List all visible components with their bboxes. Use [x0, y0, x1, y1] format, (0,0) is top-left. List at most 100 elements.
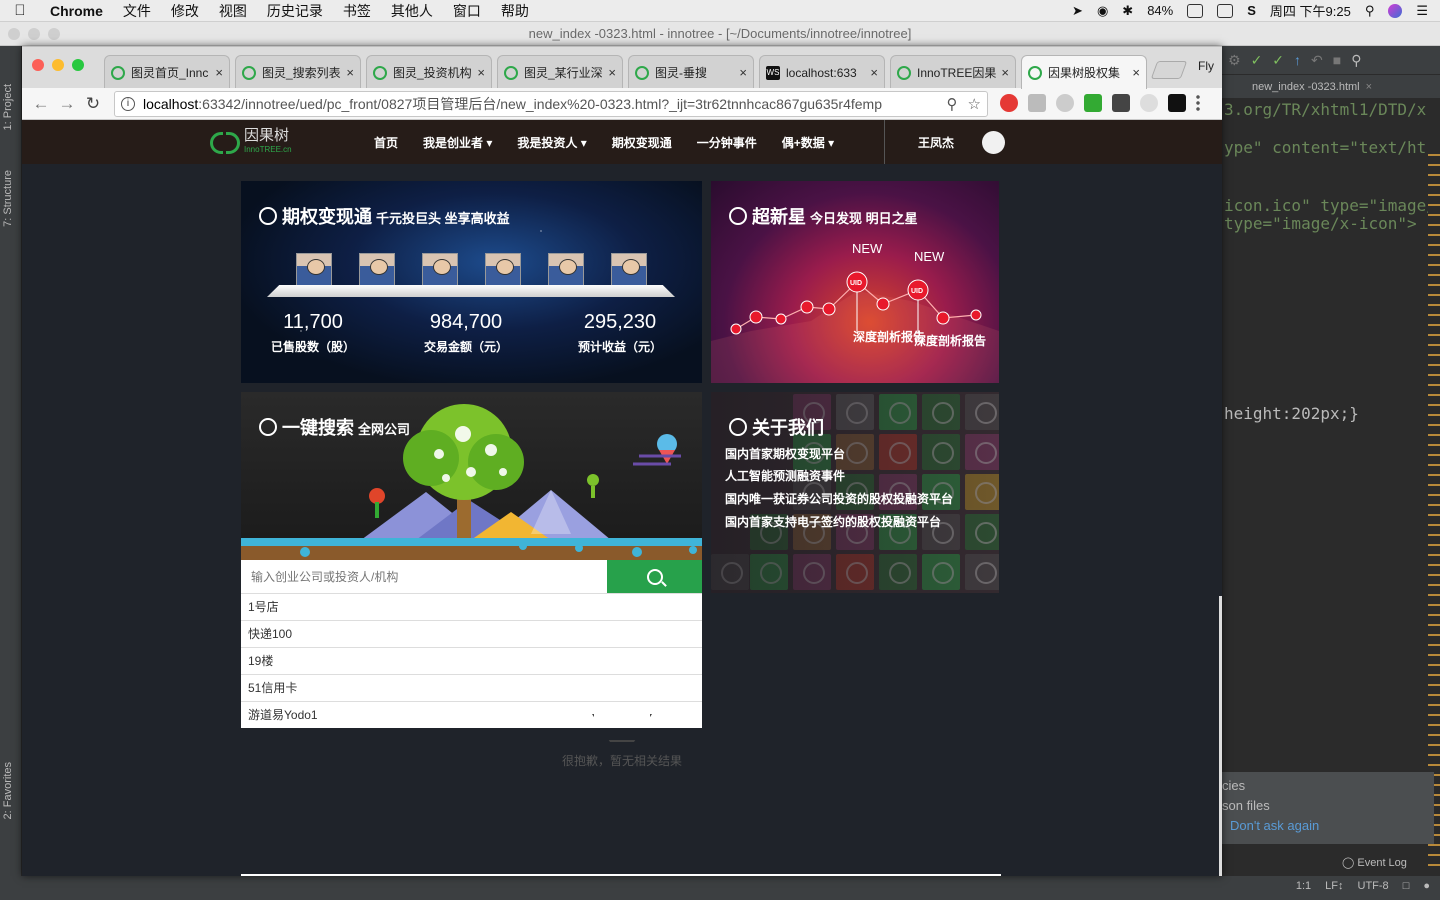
investor-avatar[interactable] — [485, 253, 521, 289]
menu-help[interactable]: 帮助 — [491, 1, 539, 21]
code-line[interactable]: height:202px;} — [1224, 404, 1359, 423]
menu-view[interactable]: 视图 — [209, 1, 257, 21]
commit-icon[interactable]: ✓ — [1272, 52, 1284, 69]
siri-icon[interactable] — [1388, 3, 1403, 18]
extension-icon[interactable] — [1084, 94, 1102, 112]
cursor-position[interactable]: 1:1 — [1296, 880, 1311, 892]
nav-one-minute-event[interactable]: 一分钟事件 — [697, 134, 757, 151]
avatar[interactable] — [982, 131, 1005, 154]
forward-icon[interactable]: → — [54, 94, 80, 114]
nav-founder[interactable]: 我是创业者 ▾ — [423, 134, 492, 151]
info-icon[interactable]: i — [121, 97, 135, 111]
extension-icon[interactable] — [1168, 94, 1186, 112]
menu-history[interactable]: 历史记录 — [257, 1, 333, 21]
notification-center-icon[interactable]: ☰ — [1416, 3, 1428, 19]
suggestion-item[interactable]: 19楼 — [241, 647, 702, 674]
nav-investor[interactable]: 我是投资人 ▾ — [517, 134, 586, 151]
star-icon[interactable]: ☆ — [968, 95, 981, 113]
undo-icon[interactable]: ↶ — [1311, 52, 1323, 69]
ide-zoom-button[interactable] — [48, 28, 60, 40]
bluetooth-icon[interactable]: ✱ — [1122, 3, 1133, 19]
browser-tab[interactable]: 图灵_某行业深 × — [497, 55, 623, 89]
investor-avatar[interactable] — [422, 253, 458, 289]
spotlight-icon[interactable]: ⚲ — [1365, 3, 1375, 19]
lock-icon[interactable]: □ — [1403, 880, 1410, 892]
airplay-icon[interactable] — [1217, 3, 1234, 18]
close-icon[interactable]: × — [608, 65, 616, 80]
menu-edit[interactable]: 修改 — [161, 1, 209, 21]
wifi-icon[interactable]: ◉ — [1097, 3, 1108, 19]
code-line[interactable]: icon.ico" type="image/ — [1224, 196, 1436, 215]
menu-people[interactable]: 其他人 — [381, 1, 443, 21]
ide-close-button[interactable] — [8, 28, 20, 40]
reload-icon[interactable]: ↻ — [80, 94, 106, 114]
nav-data[interactable]: 偶+数据 ▾ — [782, 134, 834, 151]
close-icon[interactable]: × — [870, 65, 878, 80]
line-separator[interactable]: LF↕ — [1325, 880, 1343, 892]
search-button[interactable] — [607, 560, 702, 593]
investor-avatar[interactable] — [296, 253, 332, 289]
suggestion-item[interactable]: 1号店 — [241, 593, 702, 620]
close-button[interactable] — [32, 59, 44, 71]
suggestion-item[interactable]: 51信用卡 — [241, 674, 702, 701]
close-icon[interactable]: × — [346, 65, 354, 80]
menu-icon[interactable] — [1196, 94, 1200, 112]
apple-menu-icon[interactable]:  — [0, 2, 40, 19]
browser-tab-active[interactable]: 因果树股权集 × — [1021, 55, 1147, 89]
zoom-icon[interactable]: ⚲ — [947, 95, 958, 113]
nav-home[interactable]: 首页 — [374, 134, 398, 151]
structure-tool-tab[interactable]: 7: Structure — [2, 170, 14, 227]
hector-icon[interactable]: ● — [1423, 880, 1430, 892]
close-icon[interactable]: × — [1001, 65, 1009, 80]
menu-file[interactable]: 文件 — [113, 1, 161, 21]
ide-minimize-button[interactable] — [28, 28, 40, 40]
browser-tab[interactable]: 图灵_搜索列表 × — [235, 55, 361, 89]
gear-icon[interactable]: ⚙ — [1228, 52, 1241, 69]
menu-bookmarks[interactable]: 书签 — [333, 1, 381, 21]
minimize-button[interactable] — [52, 59, 64, 71]
menu-app-name[interactable]: Chrome — [40, 3, 113, 19]
option-exchange-card[interactable]: 期权变现通 千元投巨头 坐享高收益 11,700 已售股数（股） 984,700 交易… — [241, 181, 702, 383]
extension-icon[interactable] — [1000, 94, 1018, 112]
code-line[interactable]: ype" content="text/ht — [1224, 138, 1426, 157]
dont-ask-again-link[interactable]: Don't ask again — [1222, 818, 1434, 838]
close-icon[interactable]: × — [215, 65, 223, 80]
investor-avatar[interactable] — [548, 253, 584, 289]
about-card[interactable]: 关于我们 国内首家期权变现平台 人工智能预测融资事件 国内唯一获证券公司投资的股… — [711, 392, 999, 593]
favorites-tool-tab[interactable]: 2: Favorites — [2, 762, 14, 819]
close-icon[interactable]: × — [1366, 81, 1372, 93]
profile-button[interactable]: Fly — [1198, 59, 1214, 73]
editor-tab[interactable]: new_index -0323.html × — [1222, 74, 1440, 98]
evernote-icon[interactable] — [1112, 94, 1130, 112]
code-line[interactable]: type="image/x-icon"> — [1224, 214, 1417, 233]
close-icon[interactable]: × — [1132, 65, 1140, 80]
nav-option-exchange[interactable]: 期权变现通 — [612, 134, 672, 151]
project-tool-tab[interactable]: 1: Project — [2, 84, 14, 130]
browser-tab[interactable]: 图灵-垂搜 × — [628, 55, 754, 89]
close-icon[interactable]: × — [739, 65, 747, 80]
clock[interactable]: 周四 下午9:25 — [1270, 1, 1351, 20]
zoom-button[interactable] — [72, 59, 84, 71]
investor-avatar[interactable] — [359, 253, 395, 289]
close-icon[interactable]: × — [477, 65, 485, 80]
browser-tab[interactable]: 图灵首页_Innc × — [104, 55, 230, 89]
search-input[interactable] — [241, 560, 607, 593]
code-line[interactable]: 3.org/TR/xhtml1/DTD/x — [1224, 100, 1426, 119]
extension-icon[interactable] — [1056, 94, 1074, 112]
file-encoding[interactable]: UTF-8 — [1358, 880, 1389, 892]
input-source-icon[interactable]: S — [1247, 3, 1256, 18]
suggestion-item[interactable]: 快递100 — [241, 620, 702, 647]
extension-icon[interactable] — [1140, 94, 1158, 112]
site-logo[interactable]: 因果树 InnoTREE.cn — [210, 128, 292, 157]
browser-tab[interactable]: 图灵_投资机构 × — [366, 55, 492, 89]
browser-tab[interactable]: WS localhost:633 × — [759, 55, 885, 89]
battery-icon[interactable] — [1187, 3, 1204, 18]
location-icon[interactable]: ➤ — [1072, 3, 1083, 19]
search-icon[interactable]: ⚲ — [1351, 52, 1361, 69]
address-bar[interactable]: i localhost:63342/innotree/ued/pc_front/… — [114, 91, 988, 117]
extension-icon[interactable] — [1028, 94, 1046, 112]
stop-icon[interactable]: ■ — [1333, 52, 1341, 68]
new-tab-button[interactable] — [1150, 61, 1188, 79]
update-icon[interactable]: ↑ — [1294, 52, 1301, 68]
back-icon[interactable]: ← — [28, 94, 54, 114]
